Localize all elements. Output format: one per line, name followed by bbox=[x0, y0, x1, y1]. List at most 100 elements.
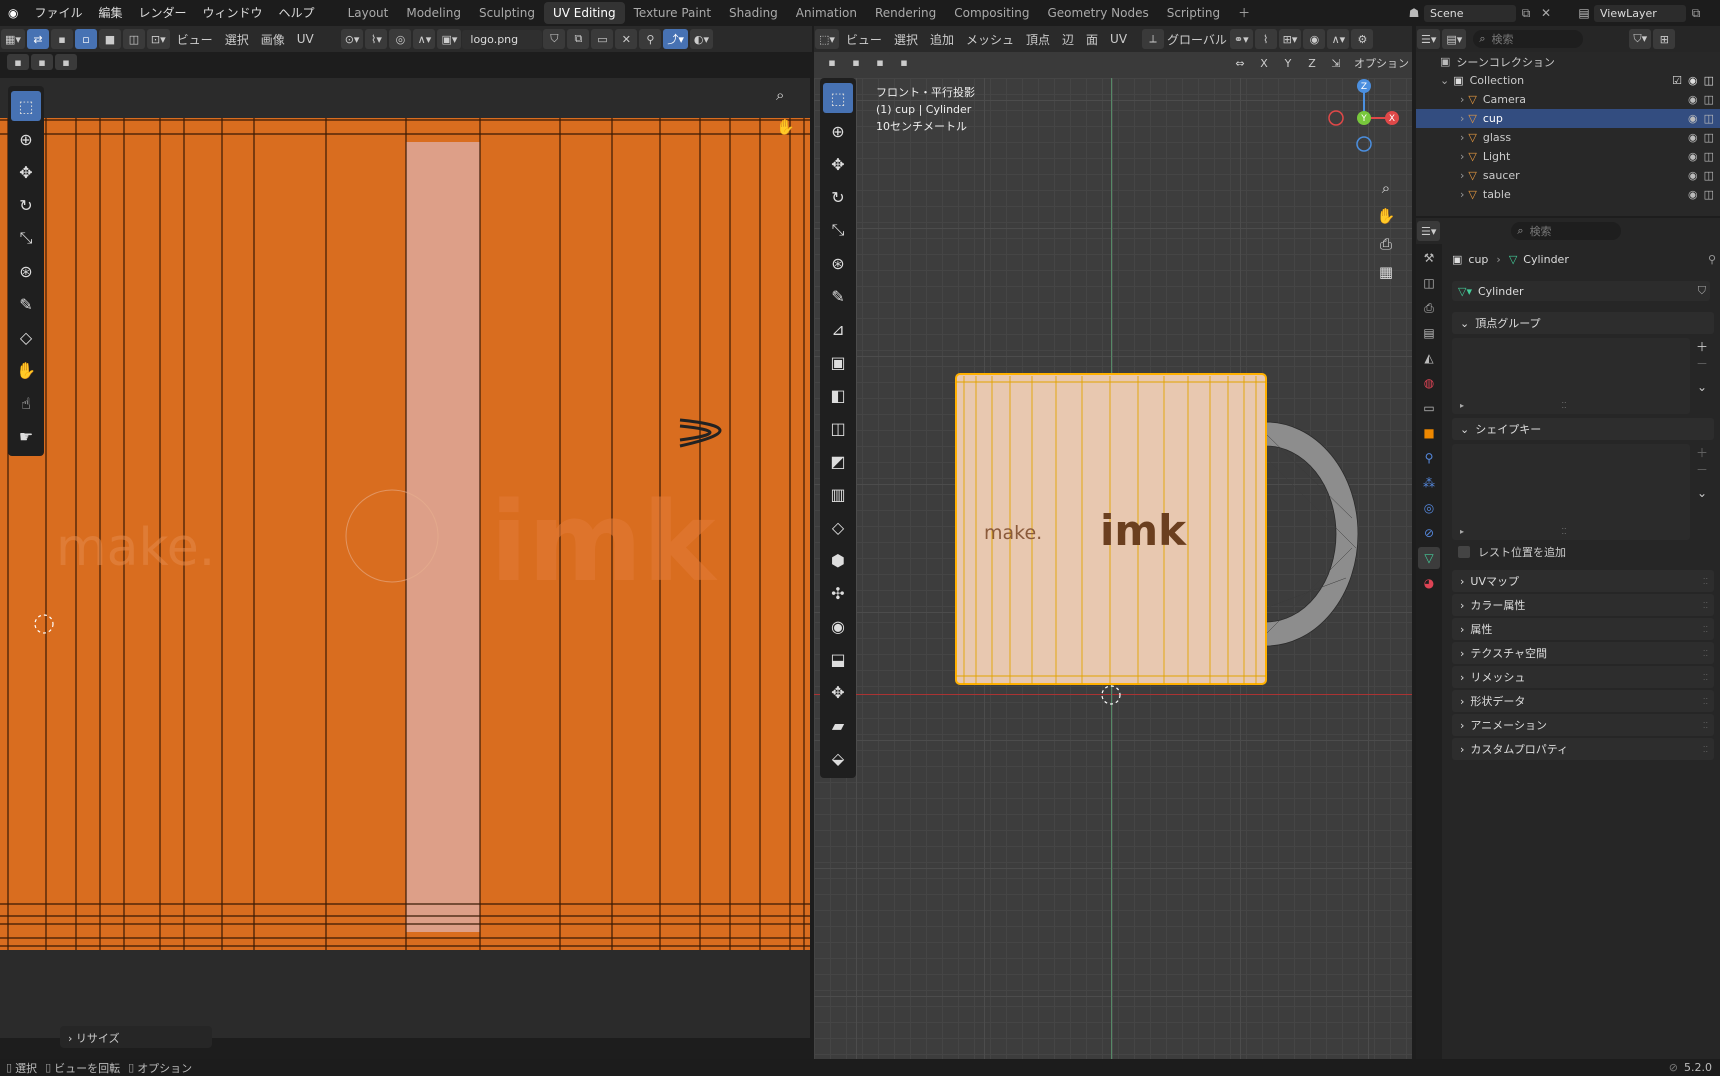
snap-target-icon[interactable]: ⊞▾ bbox=[1278, 29, 1302, 49]
render-tab-icon[interactable]: ◫ bbox=[1418, 272, 1440, 294]
camera-icon[interactable]: ◫ bbox=[1704, 131, 1714, 144]
select-box-tool-icon[interactable]: ⬚ bbox=[823, 83, 853, 113]
uv-zoom-icon[interactable]: ⌕ bbox=[776, 86, 784, 104]
camera-icon[interactable]: ◫ bbox=[1704, 74, 1714, 87]
scene-collection-row[interactable]: ▣ シーンコレクション bbox=[1416, 52, 1720, 71]
list-expand-icon[interactable]: ▸ bbox=[1460, 401, 1464, 410]
uv-transform-tool-icon[interactable]: ⊛ bbox=[11, 256, 41, 286]
menu-render[interactable]: レンダー bbox=[131, 0, 195, 26]
viewport-menu-mesh[interactable]: メッシュ bbox=[960, 31, 1020, 48]
scene-selector[interactable]: ☗ Scene ⧉ ✕ bbox=[1404, 3, 1556, 23]
viewport-menu-face[interactable]: 面 bbox=[1080, 31, 1104, 48]
outliner-item-light[interactable]: › ▽ Light ◉ ◫ bbox=[1416, 147, 1720, 166]
falloff-icon[interactable]: ∧▾ bbox=[413, 29, 436, 49]
panel-grip-icon[interactable]: ⁚⁚ bbox=[1703, 697, 1708, 706]
chevron-down-icon[interactable]: ⌄ bbox=[1440, 74, 1449, 87]
collection-row[interactable]: ⌄ ▣ Collection ☑ ◉ ◫ bbox=[1416, 71, 1720, 90]
workspace-tab-modeling[interactable]: Modeling bbox=[397, 2, 470, 24]
scale-tool-icon[interactable]: ⤡ bbox=[823, 215, 853, 245]
navigation-gizmo[interactable]: Z X Y bbox=[1324, 78, 1404, 158]
workspace-tab-animation[interactable]: Animation bbox=[787, 2, 866, 24]
image-browse-icon[interactable]: ▣▾ bbox=[437, 29, 462, 49]
vertex-select-icon[interactable]: ▪ bbox=[50, 29, 73, 49]
mesh-select-intersect-icon[interactable]: ▪ bbox=[893, 54, 915, 70]
viewport-editor-type-icon[interactable]: ⬚▾ bbox=[815, 29, 839, 49]
panel-header-1[interactable]: › カラー属性 ⁚⁚ bbox=[1452, 594, 1714, 616]
uv-menu-image[interactable]: 画像 bbox=[255, 31, 291, 48]
output-tab-icon[interactable]: ⎙ bbox=[1418, 297, 1440, 319]
uv-annotate-tool-icon[interactable]: ✎ bbox=[11, 289, 41, 319]
uv-pan-icon[interactable]: ✋ bbox=[776, 118, 795, 136]
panel-header-2[interactable]: › 属性 ⁚⁚ bbox=[1452, 618, 1714, 640]
list-grip-icon[interactable]: ⁚⁚ bbox=[1561, 401, 1566, 410]
3d-cursor-icon[interactable] bbox=[1101, 685, 1121, 705]
uv-relax-tool-icon[interactable]: ☝ bbox=[11, 388, 41, 418]
panel-grip-icon[interactable]: ⁚⁚ bbox=[1703, 673, 1708, 682]
overlay-icon[interactable]: ◐▾ bbox=[689, 29, 714, 49]
uv-sync-selection-icon[interactable]: ⇄ bbox=[26, 29, 49, 49]
panel-header-6[interactable]: › アニメーション ⁚⁚ bbox=[1452, 714, 1714, 736]
uv-grab-tool-icon[interactable]: ✋ bbox=[11, 355, 41, 385]
eye-icon[interactable]: ◉ bbox=[1688, 74, 1698, 87]
pivot-point-icon[interactable]: ⚭▾ bbox=[1229, 29, 1253, 49]
move-tool-icon[interactable]: ✥ bbox=[823, 149, 853, 179]
last-operator-panel[interactable]: › リサイズ bbox=[60, 1026, 212, 1048]
sticky-mode-icon[interactable]: ⊡▾ bbox=[146, 29, 170, 49]
uv-rip-tool-icon[interactable]: ◇ bbox=[11, 322, 41, 352]
panel-grip-icon[interactable]: ⁚⁚ bbox=[1703, 601, 1708, 610]
uv-menu-view[interactable]: ビュー bbox=[171, 31, 219, 48]
viewport-canvas[interactable]: フロント・平行投影 (1) cup | Cylinder 10センチメートル m… bbox=[814, 78, 1412, 1059]
uv-select-box-tool-icon[interactable]: ⬚ bbox=[11, 91, 41, 121]
shear-tool-icon[interactable]: ▰ bbox=[823, 710, 853, 740]
eye-icon[interactable]: ◉ bbox=[1688, 150, 1698, 163]
shape-keys-panel-header[interactable]: ⌄ シェイプキー bbox=[1452, 418, 1714, 440]
particles-tab-icon[interactable]: ⁂ bbox=[1418, 472, 1440, 494]
chevron-right-icon[interactable]: › bbox=[1460, 169, 1464, 182]
bevel-tool-icon[interactable]: ◩ bbox=[823, 446, 853, 476]
mirror-x-toggle[interactable]: X bbox=[1253, 55, 1275, 71]
properties-search[interactable]: ⌕ 検索 bbox=[1511, 222, 1622, 240]
snap-icon[interactable]: ⌇▾ bbox=[365, 29, 388, 49]
pivot-icon[interactable]: ⊙▾ bbox=[340, 29, 364, 49]
outliner-item-cup[interactable]: › ▽ cup ◉ ◫ bbox=[1416, 109, 1720, 128]
cursor-tool-icon[interactable]: ⊕ bbox=[823, 116, 853, 146]
camera-icon[interactable]: ◫ bbox=[1704, 93, 1714, 106]
properties-type-icon[interactable]: ☰▾ bbox=[1417, 221, 1441, 241]
outliner-type-icon[interactable]: ☰▾ bbox=[1417, 29, 1441, 49]
fake-user-shield-icon[interactable]: ⛉ bbox=[1698, 284, 1706, 298]
image-name-field[interactable]: logo.png bbox=[462, 29, 543, 49]
proportional-falloff-icon[interactable]: ∧▾ bbox=[1327, 29, 1350, 49]
ortho-grid-icon[interactable]: ▦ bbox=[1376, 258, 1396, 286]
workspace-tab-uv-editing[interactable]: UV Editing bbox=[544, 2, 625, 24]
zoom-icon[interactable]: ⌕ bbox=[1376, 174, 1396, 202]
poly-build-tool-icon[interactable]: ⬢ bbox=[823, 545, 853, 575]
measure-tool-icon[interactable]: ⊿ bbox=[823, 314, 853, 344]
modifier-tab-icon[interactable]: ⚲ bbox=[1418, 447, 1440, 469]
transform-orientation-icon[interactable]: ⟂ bbox=[1142, 29, 1165, 49]
island-select-icon[interactable]: ◫ bbox=[122, 29, 145, 49]
visibility-icon[interactable]: ⚙ bbox=[1351, 29, 1374, 49]
collection-tab-icon[interactable]: ▭ bbox=[1418, 397, 1440, 419]
uv-menu-select[interactable]: 選択 bbox=[219, 31, 255, 48]
workspace-tab-geometry-nodes[interactable]: Geometry Nodes bbox=[1038, 2, 1157, 24]
loop-cut-tool-icon[interactable]: ▥ bbox=[823, 479, 853, 509]
unlink-image-icon[interactable]: ✕ bbox=[615, 29, 638, 49]
outliner-search[interactable]: ⌕ 検索 bbox=[1473, 30, 1584, 48]
add-shape-key-icon[interactable]: ＋ bbox=[1696, 444, 1708, 461]
add-workspace-icon[interactable]: ＋ bbox=[1229, 2, 1259, 24]
uv-rotate-tool-icon[interactable]: ↻ bbox=[11, 190, 41, 220]
eye-icon[interactable]: ◉ bbox=[1688, 169, 1698, 182]
proportional-icon[interactable]: ◎ bbox=[389, 29, 412, 49]
uv-canvas[interactable]: make. imk ⬚ ⊕ ✥ ↻ ⤡ ⊛ ✎ ◇ ✋ ☝ ☛ ⌕ ✋ › リサ… bbox=[0, 78, 810, 1048]
menu-window[interactable]: ウィンドウ bbox=[195, 0, 271, 26]
camera-icon[interactable]: ◫ bbox=[1704, 169, 1714, 182]
mirror-y-toggle[interactable]: Y bbox=[1277, 55, 1299, 71]
chevron-right-icon[interactable]: › bbox=[1460, 131, 1464, 144]
workspace-tab-texture-paint[interactable]: Texture Paint bbox=[625, 2, 720, 24]
camera-view-icon[interactable]: ⎙ bbox=[1376, 230, 1396, 258]
outliner-item-table[interactable]: › ▽ table ◉ ◫ bbox=[1416, 185, 1720, 204]
relative-checkbox[interactable] bbox=[1458, 546, 1470, 558]
smooth-tool-icon[interactable]: ◉ bbox=[823, 611, 853, 641]
workspace-tab-compositing[interactable]: Compositing bbox=[945, 2, 1038, 24]
blender-logo-icon[interactable]: ◉ bbox=[0, 0, 26, 26]
